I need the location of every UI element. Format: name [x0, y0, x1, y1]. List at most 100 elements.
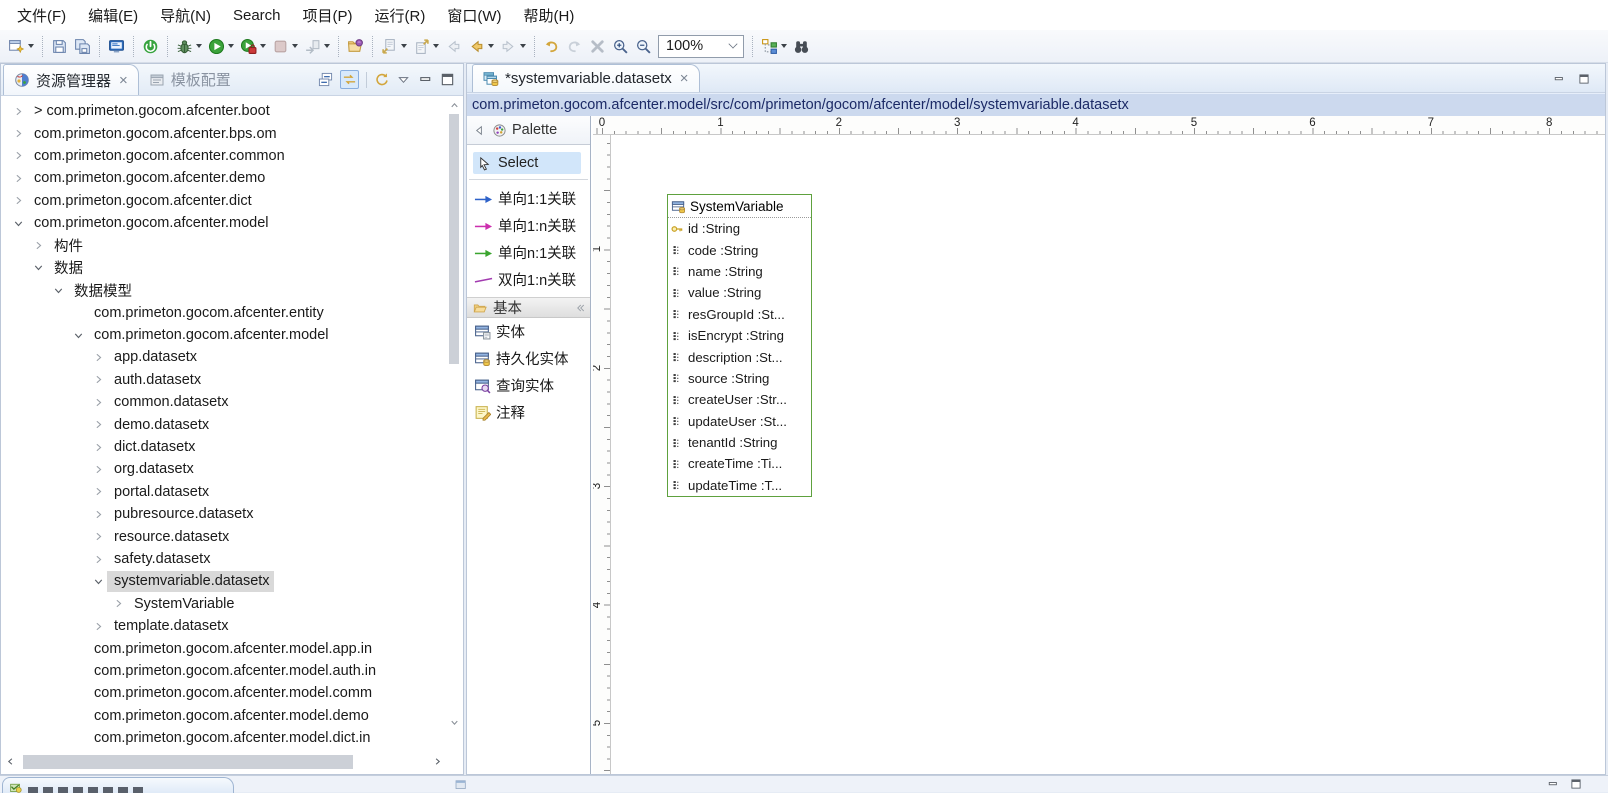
- entity-field[interactable]: code :String: [668, 239, 811, 260]
- dropdown-caret-icon[interactable]: [401, 44, 407, 48]
- diagram-canvas[interactable]: SystemVariable id :Stringcode :Stringnam…: [611, 135, 1605, 774]
- chevron-right-icon[interactable]: [90, 618, 107, 634]
- tree-item[interactable]: com.primeton.gocom.afcenter.bps.om: [2, 122, 446, 144]
- entity-field[interactable]: value :String: [668, 282, 811, 303]
- tree-item-content[interactable]: > com.primeton.gocom.afcenter.boot: [27, 101, 274, 122]
- menu-navigate[interactable]: 导航(N): [149, 1, 222, 30]
- palette-tool-relation-1[interactable]: 单向1:1关联: [467, 185, 590, 212]
- menu-project[interactable]: 项目(P): [292, 1, 364, 30]
- link-with-editor-button[interactable]: [340, 70, 359, 89]
- tree-item-content[interactable]: demo.datasetx: [107, 414, 213, 435]
- chevron-right-icon[interactable]: [110, 596, 127, 612]
- tree-item[interactable]: auth.datasetx: [2, 369, 446, 391]
- tree-item-content[interactable]: com.primeton.gocom.afcenter.entity: [87, 302, 328, 323]
- tree-item-content[interactable]: com.primeton.gocom.afcenter.bps.om: [27, 123, 281, 144]
- tree-item[interactable]: 构件: [2, 234, 446, 256]
- chevron-right-icon[interactable]: [10, 170, 27, 186]
- chevron-right-icon[interactable]: [10, 193, 27, 209]
- menu-edit[interactable]: 编辑(E): [77, 1, 149, 30]
- chevron-right-icon[interactable]: [10, 103, 27, 119]
- minimize-icon[interactable]: [1547, 778, 1559, 790]
- collapse-palette-icon[interactable]: [472, 123, 487, 138]
- bottom-tab2-icon[interactable]: [455, 780, 467, 790]
- chevron-down-icon[interactable]: [50, 282, 67, 298]
- chevron-right-icon[interactable]: [90, 372, 107, 388]
- redo-button[interactable]: [563, 34, 586, 59]
- tree-item-content[interactable]: com.primeton.gocom.afcenter.demo: [27, 168, 269, 189]
- tree-item[interactable]: SystemVariable: [2, 593, 446, 615]
- tree-item-content[interactable]: com.primeton.gocom.afcenter.common: [27, 145, 289, 166]
- tree-item[interactable]: com.primeton.gocom.afcenter.model: [2, 212, 446, 234]
- close-icon[interactable]: ×: [680, 71, 689, 86]
- entity-header[interactable]: SystemVariable: [668, 195, 811, 218]
- tree-item[interactable]: com.primeton.gocom.afcenter.model.comm: [2, 682, 446, 704]
- tree-item[interactable]: dict.datasetx: [2, 436, 446, 458]
- chevron-right-icon[interactable]: [90, 394, 107, 410]
- entity-field[interactable]: createUser :Str...: [668, 389, 811, 410]
- chevron-right-icon[interactable]: [10, 126, 27, 142]
- tree-item-content[interactable]: com.primeton.gocom.afcenter.model.dict.i…: [87, 728, 374, 748]
- entity-systemvariable[interactable]: SystemVariable id :Stringcode :Stringnam…: [667, 194, 812, 497]
- maximize-icon[interactable]: [1570, 778, 1582, 790]
- palette-tool-relation-3[interactable]: 单向n:1关联: [467, 239, 590, 266]
- menu-help[interactable]: 帮助(H): [513, 1, 586, 30]
- chevron-right-icon[interactable]: [90, 349, 107, 365]
- tree-item-content[interactable]: com.primeton.gocom.afcenter.model.demo: [87, 705, 373, 726]
- tree-item[interactable]: > com.primeton.gocom.afcenter.boot: [2, 100, 446, 122]
- palette-header[interactable]: Palette: [467, 116, 590, 145]
- chevron-right-icon[interactable]: [90, 484, 107, 500]
- view-menu-button[interactable]: [396, 72, 411, 87]
- tree-item[interactable]: template.datasetx: [2, 615, 446, 637]
- vertical-scroll-thumb[interactable]: [449, 114, 459, 364]
- tree-item[interactable]: 数据: [2, 257, 446, 279]
- close-icon[interactable]: ×: [119, 73, 128, 88]
- scroll-right-icon[interactable]: [432, 756, 443, 767]
- tree-item-content[interactable]: dict.datasetx: [107, 437, 199, 458]
- collapse-all-button[interactable]: [318, 72, 333, 87]
- tree-item-content[interactable]: 数据: [47, 257, 87, 278]
- search-button[interactable]: [790, 34, 813, 59]
- tree-item-content[interactable]: com.primeton.gocom.afcenter.dict: [27, 190, 256, 211]
- entity-field[interactable]: description :St...: [668, 346, 811, 367]
- tree-item-content[interactable]: safety.datasetx: [107, 549, 214, 570]
- tab-resource-explorer[interactable]: 资源管理器 ×: [3, 64, 139, 95]
- tree-item-content[interactable]: SystemVariable: [127, 593, 238, 614]
- maximize-icon[interactable]: [1578, 73, 1590, 85]
- tree-item-content[interactable]: com.primeton.gocom.afcenter.model.auth.i…: [87, 660, 380, 681]
- save-all-button[interactable]: [71, 34, 94, 59]
- tree-item[interactable]: demo.datasetx: [2, 413, 446, 435]
- tab-template-config[interactable]: 模板配置: [139, 64, 241, 95]
- tree-item-content[interactable]: auth.datasetx: [107, 369, 205, 390]
- chevron-down-icon[interactable]: [30, 260, 47, 276]
- zoom-in-button[interactable]: [609, 34, 632, 59]
- chevron-right-icon[interactable]: [90, 551, 107, 567]
- tree-item-content[interactable]: 数据模型: [67, 280, 136, 301]
- tree-item-selected[interactable]: systemvariable.datasetx: [107, 571, 274, 592]
- dropdown-caret-icon[interactable]: [433, 44, 439, 48]
- tree-item[interactable]: com.primeton.gocom.afcenter.model.auth.i…: [2, 660, 446, 682]
- tree-item[interactable]: com.primeton.gocom.afcenter.model.demo: [2, 705, 446, 727]
- chevron-right-icon[interactable]: [90, 506, 107, 522]
- palette-tool-query[interactable]: 查询实体: [467, 372, 590, 399]
- palette-tool-relation-2[interactable]: 单向1:n关联: [467, 212, 590, 239]
- forward-button[interactable]: [497, 34, 529, 59]
- tree-item[interactable]: common.datasetx: [2, 391, 446, 413]
- entity-field[interactable]: tenantId :String: [668, 432, 811, 453]
- dropdown-caret-icon[interactable]: [228, 44, 234, 48]
- minimize-icon[interactable]: [1553, 73, 1565, 85]
- run-button[interactable]: [205, 34, 237, 59]
- tree-item-content[interactable]: common.datasetx: [107, 392, 232, 413]
- chevron-right-icon[interactable]: [90, 439, 107, 455]
- zoom-out-button[interactable]: [632, 34, 655, 59]
- tree-item-content[interactable]: portal.datasetx: [107, 481, 213, 502]
- tree-item[interactable]: com.primeton.gocom.afcenter.common: [2, 145, 446, 167]
- chevron-down-icon[interactable]: [90, 573, 107, 589]
- palette-group-basic[interactable]: 基本: [467, 297, 590, 318]
- chevron-right-icon[interactable]: [90, 417, 107, 433]
- tree-item[interactable]: com.primeton.gocom.afcenter.model: [2, 324, 446, 346]
- dropdown-caret-icon[interactable]: [324, 44, 330, 48]
- zoom-level-combo[interactable]: 100%: [658, 35, 744, 58]
- palette-tool-select[interactable]: Select: [473, 152, 581, 174]
- back-button[interactable]: [465, 34, 497, 59]
- tree-item-content[interactable]: 构件: [47, 235, 87, 256]
